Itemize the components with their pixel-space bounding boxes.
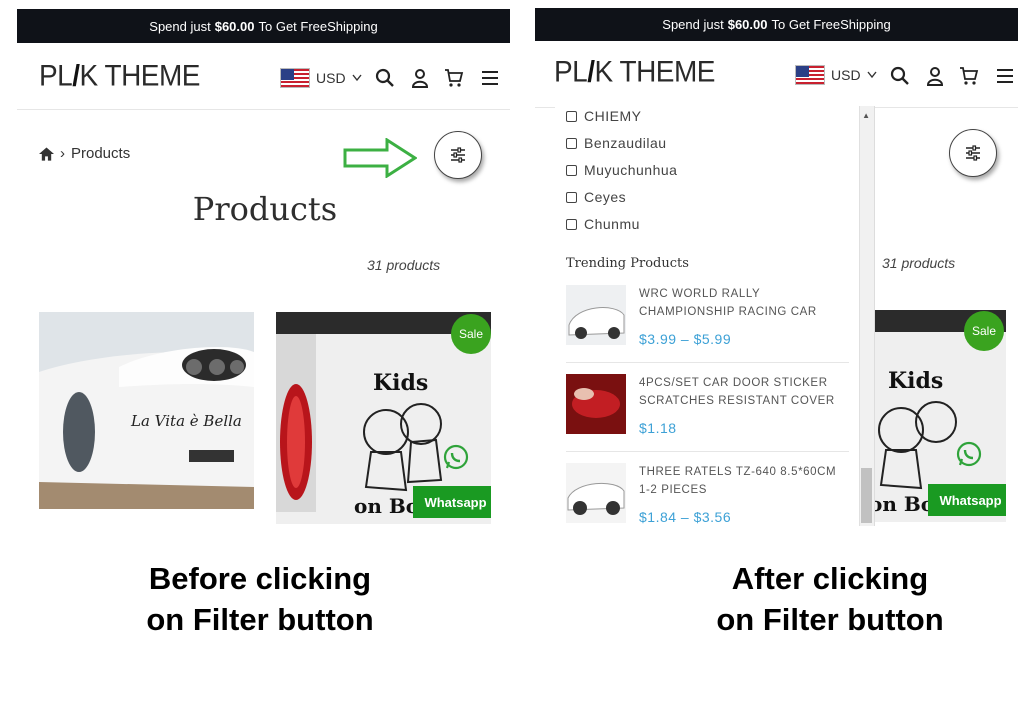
before-screenshot: Spend just $60.00 To Get FreeShipping PL… xyxy=(17,0,510,530)
currency-selector[interactable]: USD xyxy=(280,68,362,88)
whatsapp-button[interactable]: Whatsapp xyxy=(928,484,1006,516)
banner-text-end: To Get FreeShipping xyxy=(771,17,891,32)
whatsapp-button[interactable]: Whatsapp xyxy=(413,486,491,518)
user-icon[interactable] xyxy=(409,67,431,89)
cart-icon[interactable] xyxy=(443,67,465,89)
trending-product-name[interactable]: THREE RATELS TZ-640 8.5*60CM 1-2 PIECES xyxy=(639,463,849,499)
whatsapp-icon[interactable] xyxy=(443,444,469,470)
caption-after: After clicking on Filter button xyxy=(670,558,990,640)
after-screenshot: Spend just $60.00 To Get FreeShipping PL… xyxy=(535,0,1018,530)
sticker-text-bottom: on Bo xyxy=(354,494,420,518)
banner-amount: $60.00 xyxy=(214,18,255,34)
trending-product-price: $3.99 – $5.99 xyxy=(639,331,732,347)
checkbox[interactable] xyxy=(566,110,577,122)
site-logo[interactable]: PL/K THEME xyxy=(554,55,715,89)
drawer-scrollbar[interactable]: ▲ xyxy=(859,106,874,526)
trending-product-price: $1.18 xyxy=(639,420,677,436)
divider xyxy=(566,362,849,363)
trending-product-name[interactable]: WRC WORLD RALLY CHAMPIONSHIP RACING CAR xyxy=(639,285,849,321)
car-text-decal: La Vita è Bella xyxy=(131,412,242,430)
caption-line: on Filter button xyxy=(716,602,944,637)
currency-code: USD xyxy=(831,67,861,83)
trending-products-heading: Trending Products xyxy=(566,256,689,271)
trending-product-name[interactable]: 4PCS/SET CAR DOOR STICKER SCRATCHES RESI… xyxy=(639,374,849,410)
scroll-up-arrow-icon[interactable]: ▲ xyxy=(862,111,870,120)
brand-filter-option[interactable]: Chunmu xyxy=(566,216,640,232)
menu-icon[interactable] xyxy=(994,65,1016,87)
checkbox[interactable] xyxy=(566,191,577,203)
arrow-right-icon xyxy=(343,138,417,178)
filter-button[interactable] xyxy=(949,129,997,177)
brand-filter-option[interactable]: Benzaudilau xyxy=(566,135,667,151)
filter-button[interactable] xyxy=(434,131,482,179)
car-photo-image xyxy=(39,312,254,509)
brand-filter-option[interactable]: Ceyes xyxy=(566,189,626,205)
breadcrumb-separator: › xyxy=(60,145,65,162)
sticker-text-bottom: on Bo xyxy=(869,492,935,516)
breadcrumb: › Products xyxy=(39,145,130,162)
currency-selector[interactable]: USD xyxy=(795,65,877,85)
cart-icon[interactable] xyxy=(958,65,980,87)
brand-filter-option[interactable]: Muyuchunhua xyxy=(566,162,677,178)
breadcrumb-current: Products xyxy=(71,145,131,162)
banner-text-end: To Get FreeShipping xyxy=(258,18,378,34)
site-header: PL/K THEME USD xyxy=(17,43,510,110)
product-thumbnail xyxy=(566,463,626,523)
shipping-banner: Spend just $60.00 To Get FreeShipping xyxy=(535,8,1018,41)
caption-line: on Filter button xyxy=(146,602,374,637)
search-icon[interactable] xyxy=(889,65,911,87)
menu-icon[interactable] xyxy=(479,67,501,89)
shipping-banner: Spend just $60.00 To Get FreeShipping xyxy=(17,9,510,43)
sale-badge: Sale xyxy=(964,311,1004,351)
currency-code: USD xyxy=(316,70,346,86)
us-flag-icon xyxy=(795,65,825,85)
user-icon[interactable] xyxy=(924,65,946,87)
banner-text: Spend just xyxy=(662,17,724,32)
filter-icon xyxy=(966,145,980,161)
sticker-text-top: Kids xyxy=(888,368,944,394)
chevron-down-icon xyxy=(352,74,362,82)
checkbox[interactable] xyxy=(566,218,577,230)
filter-icon xyxy=(451,147,465,163)
product-count: 31 products xyxy=(882,255,956,271)
banner-amount: $60.00 xyxy=(727,17,768,32)
banner-text: Spend just xyxy=(149,18,211,34)
caption-line: Before clicking xyxy=(148,561,372,596)
sticker-text-top: Kids xyxy=(373,370,429,396)
site-header: PL/K THEME USD xyxy=(535,41,1018,108)
product-count: 31 products xyxy=(367,257,441,273)
whatsapp-icon[interactable] xyxy=(956,441,982,467)
product-card-la-vita[interactable]: La Vita è Bella xyxy=(39,312,254,509)
brand-filter-option[interactable]: CHIEMY xyxy=(566,108,641,124)
search-icon[interactable] xyxy=(374,67,396,89)
checkbox[interactable] xyxy=(566,164,577,176)
us-flag-icon xyxy=(280,68,310,88)
product-thumbnail xyxy=(566,374,626,434)
trending-product[interactable]: 4PCS/SET CAR DOOR STICKER SCRATCHES RESI… xyxy=(566,374,849,456)
product-card-kids-on-board[interactable]: Kids on Bo Sale Whatsapp xyxy=(276,312,491,524)
caption-line: After clicking xyxy=(731,561,929,596)
chevron-down-icon xyxy=(867,71,877,79)
scroll-thumb[interactable] xyxy=(861,468,872,523)
home-icon[interactable] xyxy=(39,146,54,161)
caption-before: Before clicking on Filter button xyxy=(100,558,420,640)
trending-product-price: $1.84 – $3.56 xyxy=(639,509,732,525)
trending-product[interactable]: THREE RATELS TZ-640 8.5*60CM 1-2 PIECES … xyxy=(566,463,849,526)
sale-badge: Sale xyxy=(451,314,491,354)
divider xyxy=(566,451,849,452)
checkbox[interactable] xyxy=(566,137,577,149)
filter-drawer: CHIEMY Benzaudilau Muyuchunhua Ceyes Chu… xyxy=(555,106,875,526)
site-logo[interactable]: PL/K THEME xyxy=(39,59,200,93)
trending-product[interactable]: WRC WORLD RALLY CHAMPIONSHIP RACING CAR … xyxy=(566,285,849,367)
product-thumbnail xyxy=(566,285,626,345)
page-title: Products xyxy=(192,190,338,228)
